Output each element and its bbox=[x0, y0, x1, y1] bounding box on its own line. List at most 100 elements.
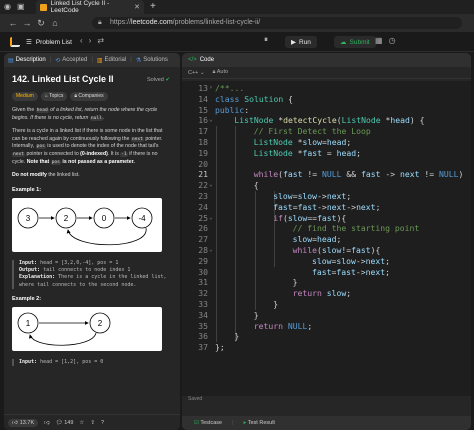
comments-button[interactable]: 💬︎ 149 bbox=[56, 420, 74, 426]
tab-description[interactable]: ▤ Description bbox=[4, 57, 50, 64]
code-line[interactable]: 37}; bbox=[182, 342, 471, 353]
testcase-tab[interactable]: ☑ Testcase bbox=[194, 420, 222, 426]
code-line[interactable]: 26 // find the starting point bbox=[182, 223, 471, 234]
code-line[interactable]: 19 ListNode *fast = head; bbox=[182, 148, 471, 159]
line-number: 27 bbox=[198, 234, 208, 245]
example-2-block: Input: head = [1,2], pos = 0 bbox=[12, 359, 172, 367]
code-line[interactable]: 15 public: bbox=[182, 105, 471, 116]
back-icon[interactable]: ← bbox=[6, 18, 20, 28]
code-line[interactable]: 16 ⌄ ListNode *detectCycle(ListNode *head)… bbox=[182, 115, 471, 126]
line-number: 33 bbox=[198, 299, 208, 309]
code-line[interactable]: 31} bbox=[182, 277, 471, 288]
code-line[interactable]: 28 ⌄ while(slow!=fast){ bbox=[182, 245, 471, 256]
code-text: ListNode *fast = head; bbox=[253, 147, 362, 158]
description-panel: ▤ Description | ⟲ Accepted | ▥ Editorial | … bbox=[4, 53, 180, 430]
line-number: 23 bbox=[198, 191, 208, 201]
problem-nav-arrows: ‹›⇄ bbox=[80, 36, 110, 45]
problem-list-button[interactable]: ☰ Problem List bbox=[26, 38, 72, 47]
code-line[interactable]: 35 return NULL; bbox=[182, 321, 471, 332]
description-tabs: ▤ Description | ⟲ Accepted | ▥ Editorial | … bbox=[4, 53, 180, 67]
description-body: 142. Linked List Cycle II Solved ✔ Mediu… bbox=[12, 73, 172, 370]
dislike-button[interactable]: 👎︎ bbox=[44, 420, 50, 426]
tab-list-icon[interactable]: ▣ bbox=[17, 2, 25, 11]
solutions-icon: ⚗ bbox=[135, 57, 142, 64]
fold-toggle-icon[interactable]: › bbox=[209, 83, 213, 94]
fold-toggle-icon[interactable]: ⌄ bbox=[209, 213, 213, 224]
example-1-diagram: 3 2 0 -4 bbox=[12, 198, 162, 253]
code-text: while(fast != NULL && fast -> next != NU… bbox=[253, 169, 464, 180]
header-right-icons: ▦◷ bbox=[375, 36, 402, 45]
code-line[interactable]: 24 fast=fast->next->next; bbox=[182, 202, 471, 213]
reload-icon[interactable]: ↻ bbox=[34, 18, 48, 29]
example-1-title: Example 1: bbox=[12, 186, 42, 193]
code-line[interactable]: 21 while(fast != NULL && fast -> next != … bbox=[182, 169, 471, 180]
code-line[interactable]: 18 ListNode *slow=head; bbox=[182, 137, 471, 148]
accepted-icon: ⟲ bbox=[55, 57, 61, 64]
code-line[interactable]: 13 ›/**... bbox=[182, 83, 471, 94]
language-bar: C++ ⌄ 🔒︎ Auto bbox=[182, 67, 471, 79]
share-icon[interactable]: ⇪ bbox=[90, 420, 95, 426]
shuffle-icon[interactable]: ⇄ bbox=[97, 36, 110, 45]
code-text: ListNode *detectCycle(ListNode *head) { bbox=[234, 115, 425, 126]
prev-problem-icon[interactable]: ‹ bbox=[80, 36, 89, 45]
code-line[interactable]: 32 return slow; bbox=[182, 288, 471, 299]
code-text: { bbox=[253, 180, 259, 191]
browser-nav-bar: ← → ↻ ⌂ 🔒︎ https://leetcode.com/problems… bbox=[0, 14, 474, 32]
code-line[interactable]: 36} bbox=[182, 331, 471, 342]
code-line[interactable]: 22 ⌄ { bbox=[182, 180, 471, 191]
layout-icon[interactable]: ▦ bbox=[375, 36, 389, 45]
debug-icon[interactable]: ⏸ bbox=[264, 35, 268, 45]
browser-tab-bar: ◉ ▣ Linked List Cycle II - LeetCode ✕ + bbox=[0, 0, 474, 14]
line-number: 34 bbox=[198, 309, 208, 320]
code-line[interactable]: 34} bbox=[182, 310, 471, 321]
tab-solutions[interactable]: ⚗ Solutions bbox=[132, 57, 172, 64]
star-icon[interactable]: ☆ bbox=[79, 420, 84, 426]
profile-icon[interactable]: ◉ bbox=[4, 2, 11, 11]
close-tab-icon[interactable]: ✕ bbox=[134, 3, 140, 11]
code-line[interactable]: 14 class Solution { bbox=[182, 94, 471, 105]
auto-toggle[interactable]: 🔒︎ Auto bbox=[213, 69, 229, 76]
tab-accepted[interactable]: ⟲ Accepted bbox=[51, 57, 91, 64]
code-line[interactable]: 30 fast=fast->next; bbox=[182, 267, 471, 278]
line-number: 26 bbox=[198, 223, 208, 234]
line-number: 21 bbox=[198, 169, 208, 180]
language-select[interactable]: C++ ⌄ bbox=[188, 70, 205, 76]
companies-pill[interactable]: 🔒︎ Companies bbox=[70, 91, 108, 101]
home-icon[interactable]: ⌂ bbox=[48, 18, 62, 28]
topics-pill[interactable]: ⌂ Topics bbox=[40, 91, 68, 101]
forward-icon[interactable]: → bbox=[20, 18, 34, 28]
code-tab[interactable]: Code bbox=[200, 57, 214, 63]
code-line[interactable]: 29 slow=slow->next; bbox=[182, 256, 471, 267]
submit-button[interactable]: ☁ Submit bbox=[334, 36, 376, 48]
tab-editorial[interactable]: ▥ Editorial bbox=[93, 57, 130, 64]
browser-tab[interactable]: Linked List Cycle II - LeetCode ✕ bbox=[36, 0, 144, 14]
line-number: 28 bbox=[198, 245, 208, 255]
code-line[interactable]: 33} bbox=[182, 299, 471, 310]
fold-toggle-icon[interactable]: ⌄ bbox=[209, 245, 213, 256]
code-editor[interactable]: 13 ›/**... 14 class Solution {15 public: 16 ⌄ L… bbox=[182, 81, 471, 396]
test-result-tab[interactable]: ▸ Test Result bbox=[244, 420, 275, 426]
line-number: 14 bbox=[198, 93, 208, 104]
code-line[interactable]: 17 // First Detect the Loop bbox=[182, 126, 471, 137]
code-line[interactable]: 25 ⌄ if(slow==fast){ bbox=[182, 213, 471, 224]
example-1-block: Input: head = [3,2,0,-4], pos = 1 Output… bbox=[12, 259, 172, 289]
node-label: 2 bbox=[98, 319, 103, 328]
address-bar[interactable]: 🔒︎ https://leetcode.com/problems/linked-… bbox=[92, 17, 462, 29]
code-line[interactable]: 27 slow=head; bbox=[182, 234, 471, 245]
fold-toggle-icon[interactable]: ⌄ bbox=[209, 115, 213, 126]
new-tab-button[interactable]: + bbox=[150, 1, 156, 12]
code-line[interactable]: 20 bbox=[182, 159, 471, 170]
fold-toggle-icon[interactable]: ⌄ bbox=[209, 180, 213, 191]
help-icon[interactable]: ? bbox=[101, 420, 104, 426]
lock-icon: 🔒︎ bbox=[212, 69, 216, 75]
line-number: 29 bbox=[198, 255, 208, 266]
code-text: return slow; bbox=[292, 288, 352, 299]
timer-icon[interactable]: ◷ bbox=[389, 36, 402, 45]
run-button[interactable]: ▶ Run bbox=[285, 36, 317, 48]
node-label: 0 bbox=[102, 214, 107, 223]
like-button[interactable]: 👍︎ 13.7K bbox=[8, 418, 39, 427]
difficulty-badge[interactable]: Medium bbox=[12, 91, 38, 101]
leetcode-logo-icon[interactable] bbox=[10, 37, 20, 47]
code-text: // First Detect the Loop bbox=[253, 126, 371, 137]
code-line[interactable]: 23 slow=slow->next; bbox=[182, 191, 471, 202]
